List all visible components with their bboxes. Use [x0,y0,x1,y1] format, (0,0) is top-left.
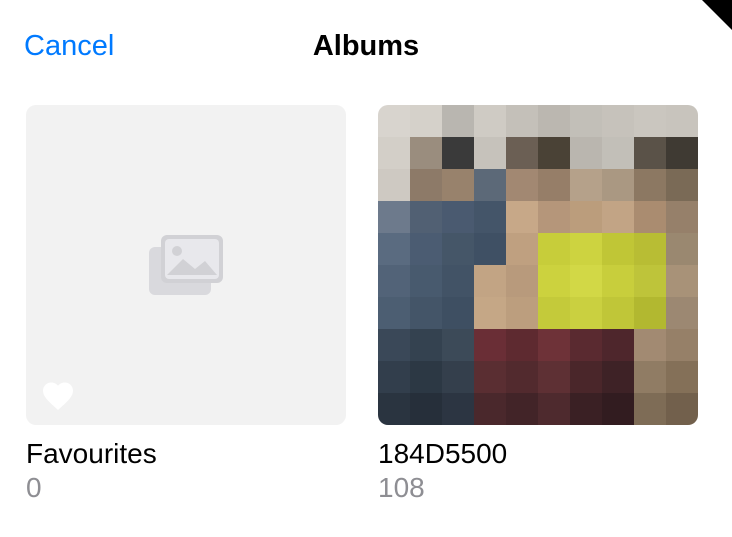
header-bar: Cancel Albums [0,0,732,83]
pixelated-photo [378,105,698,425]
album-184d5500[interactable]: 184D5500 108 [378,105,698,504]
album-thumbnail-photo [378,105,698,425]
album-favourites[interactable]: Favourites 0 [26,105,346,504]
album-count-label: 0 [26,471,346,505]
album-thumbnail-empty [26,105,346,425]
album-count-label: 108 [378,471,698,505]
album-name-label: 184D5500 [378,437,698,471]
album-name-label: Favourites [26,437,346,471]
heart-icon [40,378,76,411]
photos-placeholder-icon [147,233,225,298]
cancel-button[interactable]: Cancel [24,30,114,63]
page-title: Albums [313,30,419,63]
albums-grid: Favourites 0 [0,83,732,504]
